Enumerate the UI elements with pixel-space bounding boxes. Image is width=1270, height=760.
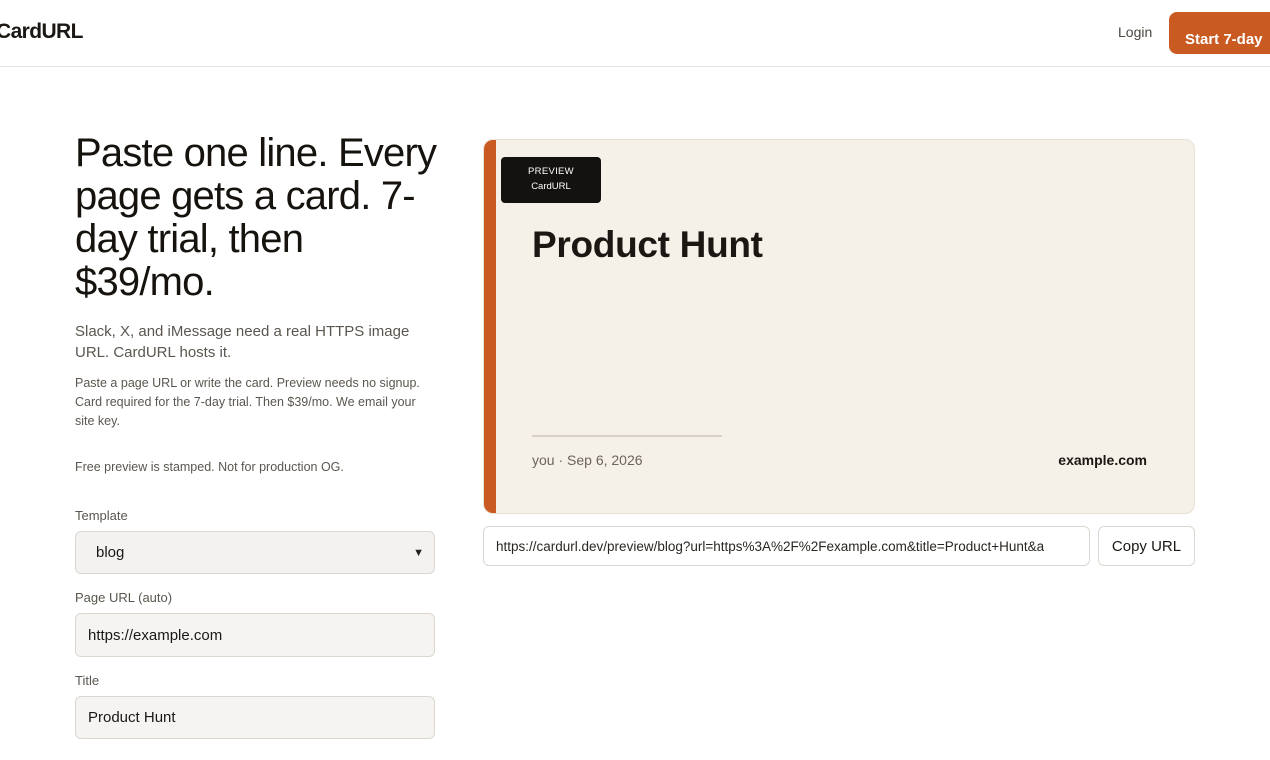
stamp-note: Free preview is stamped. Not for product… (75, 460, 344, 474)
login-link[interactable]: Login (1118, 24, 1152, 40)
card-domain: example.com (1058, 452, 1147, 468)
title-input[interactable] (75, 696, 435, 739)
site-header: CardURL Login Start 7-day (0, 0, 1270, 67)
preview-badge: PREVIEW CardURL (501, 157, 601, 203)
logo[interactable]: CardURL (0, 20, 83, 44)
card-title: Product Hunt (532, 224, 763, 265)
card-accent-bar (484, 140, 496, 513)
page-title: Paste one line. Every page gets a card. … (75, 131, 437, 304)
template-select[interactable]: blog ▼ (75, 531, 435, 574)
copy-url-button[interactable]: Copy URL (1098, 526, 1195, 566)
start-trial-button[interactable]: Start 7-day (1169, 12, 1270, 54)
hero-section: Paste one line. Every page gets a card. … (75, 132, 437, 477)
template-select-value: blog (96, 544, 125, 561)
card-divider (532, 435, 722, 437)
title-label: Title (75, 673, 100, 688)
card-meta: you · Sep 6, 2026 (532, 452, 643, 468)
page-url-input[interactable] (75, 613, 435, 657)
hero-fine-print: Paste a page URL or write the card. Prev… (75, 376, 420, 428)
preview-badge-label: PREVIEW (528, 166, 574, 177)
hero-subtitle: Slack, X, and iMessage need a real HTTPS… (75, 323, 410, 361)
chevron-down-icon: ▼ (413, 546, 424, 559)
preview-badge-brand: CardURL (531, 181, 571, 192)
template-label: Template (75, 508, 128, 523)
preview-card: PREVIEW CardURL Product Hunt you · Sep 6… (483, 139, 1195, 514)
preview-url-field[interactable] (483, 526, 1090, 566)
page-url-label: Page URL (auto) (75, 590, 173, 605)
